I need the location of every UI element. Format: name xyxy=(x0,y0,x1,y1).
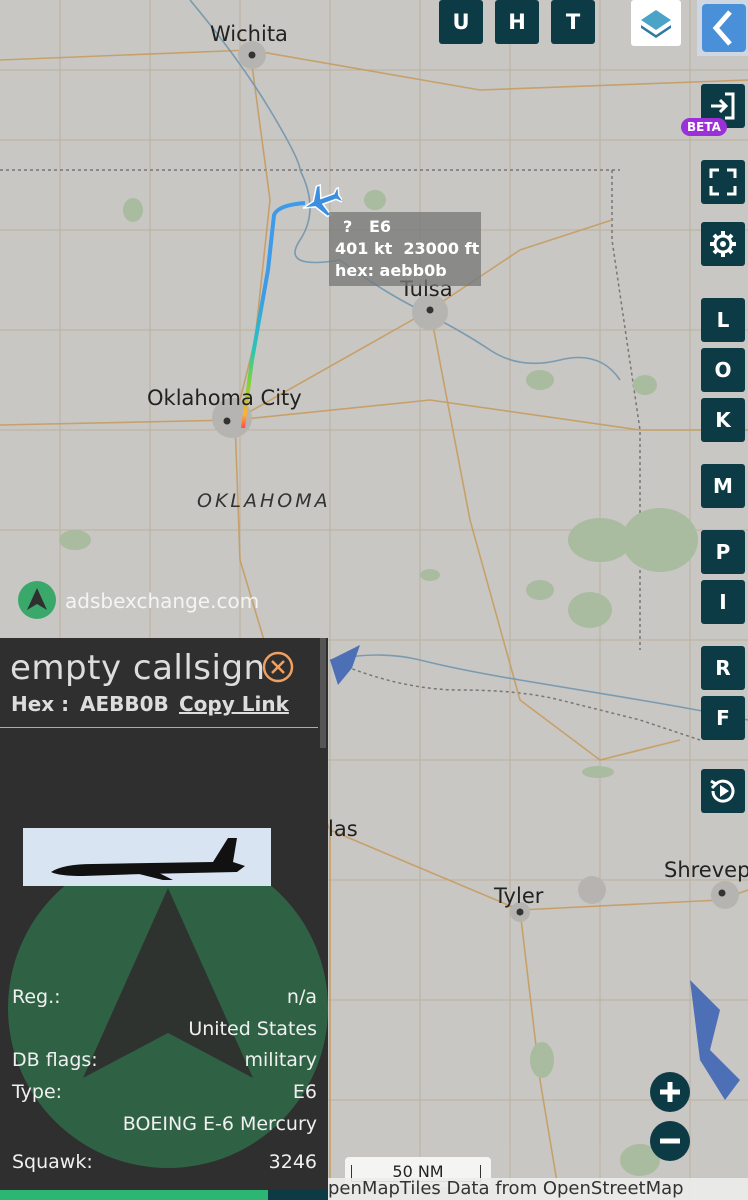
city-label-oklahoma-city: Oklahoma City xyxy=(147,386,302,410)
replay-button[interactable] xyxy=(701,769,745,813)
close-panel-button[interactable] xyxy=(262,651,294,683)
layers-button[interactable] xyxy=(631,0,681,46)
info-value: BOEING E-6 Mercury xyxy=(122,1113,317,1135)
chevron-left-icon xyxy=(702,4,746,52)
beta-badge: BETA xyxy=(681,118,727,136)
city-label-shreveport: Shrevep xyxy=(664,858,748,882)
info-key: Reg.: xyxy=(12,986,61,1008)
f-button[interactable]: F xyxy=(701,696,745,740)
state-label-oklahoma: OKLAHOMA xyxy=(197,490,331,512)
zoom-out-button[interactable] xyxy=(650,1121,690,1161)
aircraft-tooltip: ? E6 401 kt 23000 ft hex: aebb0b xyxy=(329,212,481,286)
hex-label: Hex : xyxy=(11,692,70,716)
info-value: 3246 xyxy=(268,1151,317,1173)
p-button[interactable]: P xyxy=(701,530,745,574)
copy-link-button[interactable]: Copy Link xyxy=(179,692,289,716)
i-button[interactable]: I xyxy=(701,580,745,624)
replay-icon xyxy=(710,779,735,803)
info-value: n/a xyxy=(286,986,317,1008)
panel-title: empty callsign xyxy=(10,648,266,688)
city-label-dallas: las xyxy=(328,817,358,841)
info-value: military xyxy=(244,1049,318,1071)
aircraft-tooltip-type: ? E6 xyxy=(343,217,392,236)
aircraft-tooltip-hex: hex: aebb0b xyxy=(335,261,447,280)
panel-bottom-bar-dark xyxy=(268,1190,328,1200)
u-button[interactable]: U xyxy=(439,0,483,44)
fullscreen-icon xyxy=(709,168,737,196)
info-key: Type: xyxy=(12,1081,63,1103)
r-button[interactable]: R xyxy=(701,646,745,690)
info-key: Squawk: xyxy=(12,1151,93,1173)
layers-icon xyxy=(641,10,671,38)
t-button[interactable]: T xyxy=(551,0,595,44)
k-button[interactable]: K xyxy=(701,398,745,442)
aircraft-info-panel: empty callsign Hex : AEBB0B Copy Link Re… xyxy=(0,638,328,1200)
minus-icon xyxy=(660,1138,680,1144)
l-button[interactable]: L xyxy=(701,298,745,342)
city-label-tyler: Tyler xyxy=(494,884,544,908)
hex-value: AEBB0B xyxy=(80,692,169,716)
info-key: DB flags: xyxy=(12,1049,98,1071)
fullscreen-button[interactable] xyxy=(701,160,745,204)
panel-divider xyxy=(0,727,318,728)
info-value: E6 xyxy=(292,1081,317,1103)
close-icon xyxy=(262,651,294,683)
adsbexchange-logo-icon xyxy=(18,581,56,619)
city-label-wichita: Wichita xyxy=(210,22,288,46)
m-button[interactable]: M xyxy=(701,464,745,508)
aircraft-tooltip-speed-alt: 401 kt 23000 ft xyxy=(335,239,480,258)
attribution-text[interactable]: penMapTiles Data from OpenStreetMap xyxy=(328,1178,684,1199)
info-value: United States xyxy=(188,1018,317,1040)
watermark-text: adsbexchange.com xyxy=(65,589,260,613)
h-button[interactable]: H xyxy=(495,0,539,44)
aircraft-photo[interactable] xyxy=(23,828,271,886)
plus-icon xyxy=(660,1082,680,1102)
zoom-in-button[interactable] xyxy=(650,1072,690,1112)
gear-icon xyxy=(710,231,736,257)
map-attribution: penMapTiles Data from OpenStreetMap xyxy=(328,1178,748,1200)
collapse-sidebar-button[interactable] xyxy=(697,0,748,56)
settings-button[interactable] xyxy=(701,222,745,266)
panel-scrollbar[interactable] xyxy=(320,638,326,748)
panel-bottom-bar xyxy=(0,1190,268,1200)
o-button[interactable]: O xyxy=(701,348,745,392)
aircraft-silhouette-icon xyxy=(51,838,245,880)
